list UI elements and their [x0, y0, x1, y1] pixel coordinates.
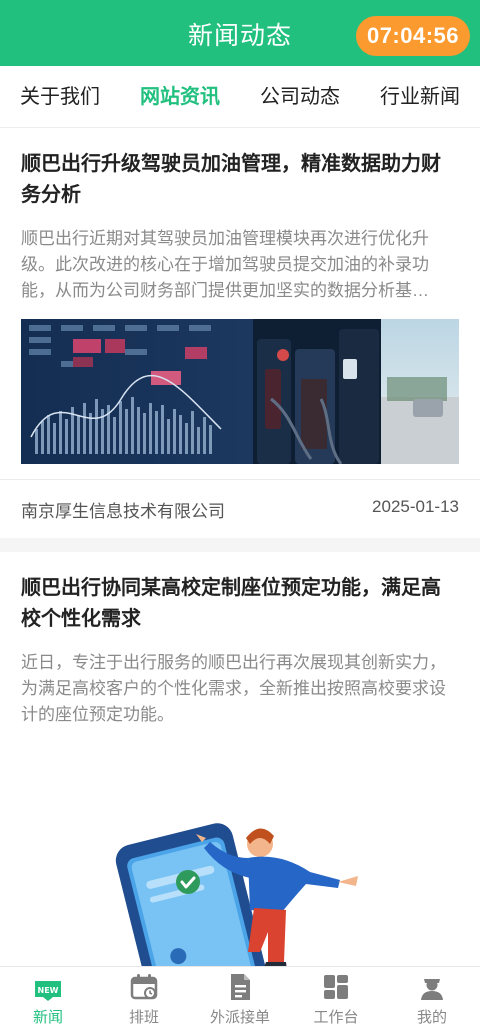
- tabbar-item-dispatch-orders[interactable]: 外派接单: [192, 967, 288, 1027]
- category-tabs: 关于我们 网站资讯 公司动态 行业新闻: [0, 66, 480, 128]
- tabbar-label: 新闻: [32, 1009, 63, 1026]
- article-illustration: 立即预约: [110, 802, 380, 966]
- news-card[interactable]: 顺巴出行协同某高校定制座位预定功能，满足高校个性化需求 近日，专注于出行服务的顺…: [0, 552, 480, 966]
- article-summary: 近日，专注于出行服务的顺巴出行再次展现其创新实力，为满足高校客户的个性化需求，全…: [21, 653, 446, 724]
- tabbar-item-workbench[interactable]: 工作台: [288, 967, 384, 1027]
- news-card[interactable]: 顺巴出行升级驾驶员加油管理，精准数据助力财务分析 顺巴出行近期对其驾驶员加油管理…: [0, 128, 480, 538]
- tab-industry-news[interactable]: 行业新闻: [360, 66, 480, 127]
- divider: [0, 479, 480, 480]
- news-icon: NEW: [35, 981, 61, 1001]
- article-date: 2025-01-13: [372, 497, 459, 516]
- tab-site-news[interactable]: 网站资讯: [120, 66, 240, 127]
- article-title: 顺巴出行协同某高校定制座位预定功能，满足高校个性化需求: [21, 577, 441, 630]
- countdown-timer: 07:04:56: [356, 16, 470, 56]
- article-source: 南京厚生信息技术有限公司: [21, 502, 225, 521]
- tabbar-item-profile[interactable]: 我的: [384, 967, 480, 1027]
- tabbar-label: 排班: [128, 1009, 159, 1026]
- tabbar-label: 我的: [416, 1009, 447, 1026]
- document-icon: [231, 974, 250, 1000]
- tabbar-label: 外派接单: [209, 1009, 270, 1026]
- bottom-tab-bar: NEW 新闻 排班 外派接单 工作台 我的: [0, 966, 480, 1027]
- article-thumbnail: [21, 319, 459, 464]
- tabbar-item-news[interactable]: NEW 新闻: [0, 967, 96, 1027]
- tab-company-news[interactable]: 公司动态: [240, 66, 360, 127]
- header-bar: 新闻动态 07:04:56: [0, 0, 480, 66]
- tabbar-label: 工作台: [313, 1009, 359, 1026]
- calendar-icon: [130, 974, 158, 1000]
- article-title: 顺巴出行升级驾驶员加油管理，精准数据助力财务分析: [21, 153, 441, 206]
- tab-about-us[interactable]: 关于我们: [0, 66, 120, 127]
- user-icon: [421, 979, 443, 1000]
- news-feed[interactable]: 顺巴出行升级驾驶员加油管理，精准数据助力财务分析 顺巴出行近期对其驾驶员加油管理…: [0, 128, 480, 966]
- tabbar-item-schedule[interactable]: 排班: [96, 967, 192, 1027]
- article-summary: 顺巴出行近期对其驾驶员加油管理模块再次进行优化升级。此次改进的核心在于增加驾驶员…: [21, 229, 429, 300]
- dashboard-icon: [324, 975, 348, 999]
- svg-text:NEW: NEW: [38, 986, 59, 995]
